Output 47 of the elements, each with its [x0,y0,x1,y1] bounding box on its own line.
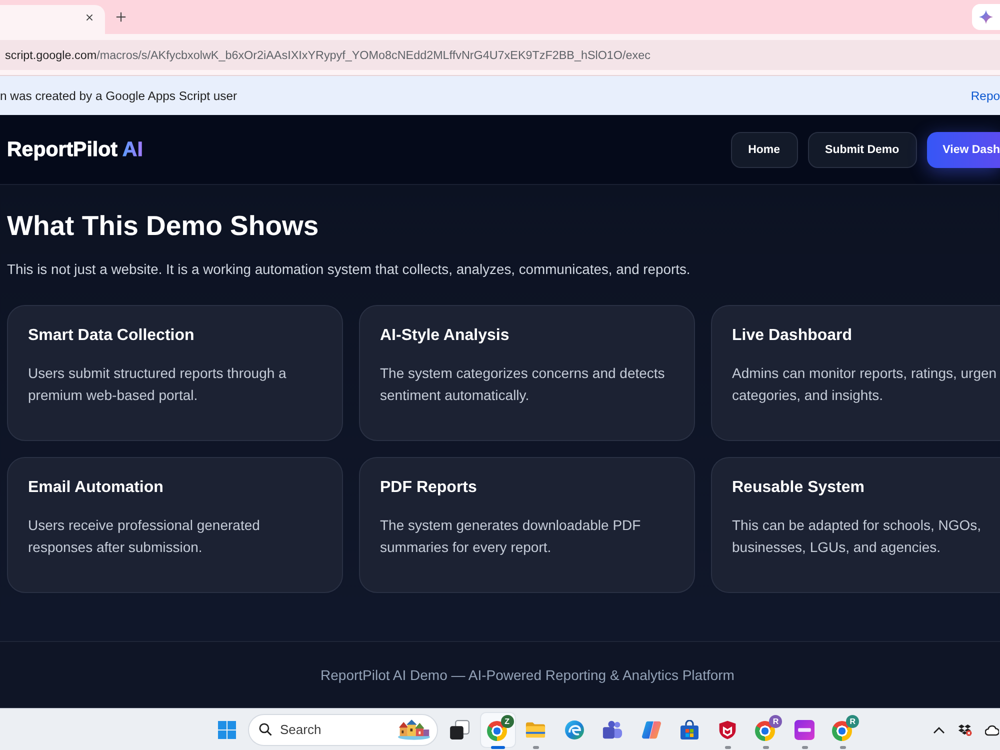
search-field[interactable]: Search [248,714,438,746]
card-description: The system generates downloadable PDF summaries for every report. [380,516,642,557]
footer-text: ReportPilot AI Demo — AI-Powered Reporting & Analytics Platform [320,667,734,683]
nav-button[interactable]: Submit Demo [808,132,917,168]
app-tile-icon [794,720,816,740]
gradient-loop-icon [640,720,662,740]
nav-button[interactable]: View Dash [926,132,1000,168]
intro-text: This is not just a website. It is a working automation system that collects, analyzes, communicates, and reports. [7,260,692,279]
card-title: Live Dashboard [732,326,854,346]
chevron-up-icon[interactable] [933,726,945,734]
people-icon [602,720,624,740]
houses-icon [397,719,431,740]
profile-badge: Z [500,714,514,728]
close-icon[interactable] [86,14,93,20]
taskbar-app-button[interactable]: R [749,712,784,746]
search-icon [259,723,272,736]
diamonds-icon[interactable] [958,722,972,736]
card-title: Email Automation [28,478,164,498]
card-description: This can be adapted for schools, NGOs, businesses, LGUs, and agencies. [732,516,982,557]
brand-logo: ReportPilot AI [7,138,143,162]
swirl-icon [564,720,585,740]
report-link[interactable]: Repo [970,88,1000,102]
plus-icon[interactable] [116,12,126,22]
card-title: PDF Reports [380,478,478,498]
page-heading: What This Demo Shows [7,209,320,243]
card-description: Admins can monitor reports, ratings, urgen categories, and insights. [732,364,998,405]
taskbar-app-button[interactable]: R [826,712,860,746]
card-title: AI-Style Analysis [380,326,510,346]
info-message: n was created by a Google Apps Script user [0,88,238,102]
cloud-icon[interactable] [985,724,999,736]
nav-button[interactable]: Home [730,132,798,168]
folder-icon [525,720,546,740]
card-description: Users submit structured reports through a premium web-based portal. [28,364,288,405]
profile-badge: R [846,714,860,728]
overlapping-windows-icon [448,720,470,740]
shopping-bag-icon [679,720,700,740]
sparkle-icon [979,10,993,24]
taskbar-app-button[interactable]: Z [480,712,515,746]
card-title: Smart Data Collection [28,326,196,346]
start-icon [218,720,236,738]
card-description: Users receive professional generated responses after submission. [28,516,261,557]
card-description: The system categorizes concerns and detects sentiment automatically. [380,364,666,405]
shield-icon [717,720,738,740]
address-bar[interactable]: script.google.com/macros/s/AKfycbxolwK_b6xOr2iAAsIXIxYRypyf_YOMo8cNEdd2MLffvNrG4U7xEK9TzF2BB_hSlO1O/exec [0,40,1000,70]
card-title: Reusable System [732,478,866,498]
sparkle-button[interactable] [972,4,1000,30]
profile-badge: R [769,714,782,728]
